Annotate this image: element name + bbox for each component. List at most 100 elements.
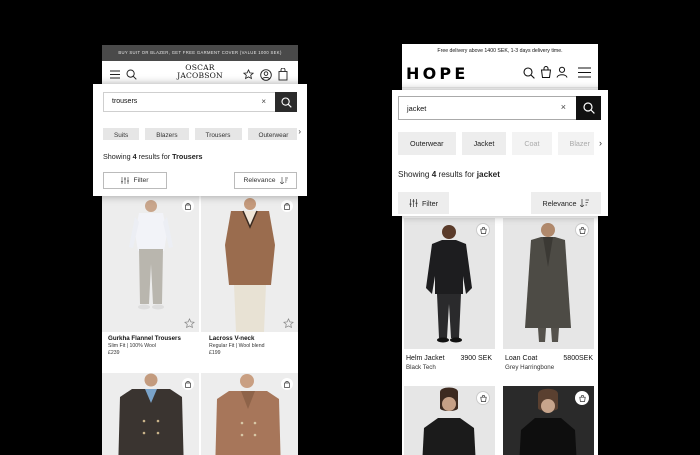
product-card[interactable] <box>404 386 495 455</box>
promo-banner: BUY SUIT OR BLAZER, GET FREE GARMENT COV… <box>102 45 298 61</box>
close-icon[interactable]: × <box>561 102 566 112</box>
product-image <box>129 200 173 310</box>
chevron-right-icon[interactable]: › <box>298 127 301 136</box>
chip-trousers[interactable]: Trousers <box>194 128 242 140</box>
chip-coat[interactable]: Coat <box>512 132 552 155</box>
user-icon[interactable] <box>556 66 568 78</box>
product-image <box>426 225 472 343</box>
product-card[interactable] <box>201 373 298 455</box>
logo-line-2: JACOBSON <box>177 71 223 80</box>
product-image <box>225 198 275 332</box>
product-card[interactable] <box>201 195 298 332</box>
search-icon[interactable] <box>126 69 137 80</box>
filter-button[interactable]: Filter <box>398 192 449 214</box>
search-value: trousers <box>112 98 138 105</box>
product-price: 5800SEK <box>563 355 593 362</box>
promo-banner: Free delivery above 1400 SEK, 1-3 days d… <box>402 44 598 58</box>
brand-logo[interactable]: HOPE <box>406 64 468 83</box>
close-icon[interactable]: × <box>261 97 266 106</box>
product-grid: Helm Jacket 3900 SEK Black Tech Loan Coa… <box>402 216 598 455</box>
category-chips: Outerwear Jacket Coat Blazer <box>398 132 594 156</box>
product-detail: Black Tech <box>406 364 436 371</box>
filter-label: Filter <box>422 198 438 208</box>
wishlist-star-icon[interactable] <box>283 318 294 329</box>
results-term: jacket <box>476 170 500 179</box>
bag-icon[interactable] <box>575 391 589 405</box>
sort-button[interactable]: Relevance <box>531 192 601 214</box>
sliders-icon <box>121 177 130 184</box>
search-button[interactable] <box>275 92 297 112</box>
bag-icon[interactable] <box>182 378 194 390</box>
chip-outerwear[interactable]: Outerwear <box>398 132 456 155</box>
chip-blazers[interactable]: Blazers <box>145 128 189 140</box>
results-prefix: Showing <box>103 152 133 161</box>
search-input[interactable]: trousers × <box>103 92 297 112</box>
search-input[interactable]: jacket × <box>398 96 601 120</box>
search-icon <box>582 102 595 114</box>
chip-jacket[interactable]: Jacket <box>461 132 507 155</box>
filter-label: Filter <box>133 177 149 184</box>
product-detail: Slim Fit | 100% Wool <box>108 343 156 349</box>
product-name[interactable]: Gurkha Flannel Trousers <box>108 335 198 342</box>
product-name[interactable]: Helm Jacket <box>406 355 445 362</box>
wishlist-star-icon[interactable] <box>184 318 195 329</box>
results-prefix: Showing <box>398 170 432 179</box>
bag-icon[interactable] <box>278 68 288 81</box>
product-info: Helm Jacket 3900 SEK Black Tech <box>406 355 492 371</box>
chip-suits[interactable]: Suits <box>103 128 140 140</box>
product-title-row: Loan Coat 5800SEK <box>505 355 593 362</box>
category-chips: Suits Blazers Trousers Outerwear <box>103 124 297 140</box>
bag-icon[interactable] <box>476 391 490 405</box>
sort-label: Relevance <box>542 198 577 208</box>
search-value: jacket <box>407 104 427 113</box>
product-card[interactable] <box>503 386 594 455</box>
product-detail: Regular Fit | Wool blend <box>209 343 265 349</box>
product-card[interactable] <box>102 373 199 455</box>
product-price: £199 <box>209 350 221 356</box>
product-card[interactable] <box>102 195 199 332</box>
chip-outerwear[interactable]: Outerwear <box>247 128 297 140</box>
product-info: Loan Coat 5800SEK Grey Harringbone <box>505 355 593 371</box>
bag-icon[interactable] <box>281 378 293 390</box>
search-panel-right: jacket × Outerwear Jacket Coat Blazer › Sho… <box>392 90 608 216</box>
star-icon[interactable] <box>243 69 254 80</box>
sliders-icon <box>409 199 418 207</box>
product-info: Gurkha Flannel Trousers Slim Fit | 100% … <box>108 335 198 356</box>
product-info: Lacross V-neck Regular Fit | Wool blend … <box>209 335 297 356</box>
brand-logo[interactable]: OSCAR JACOBSON <box>172 64 228 80</box>
product-card[interactable] <box>503 218 594 349</box>
screen: BUY SUIT OR BLAZER, GET FREE GARMENT COV… <box>0 0 700 455</box>
sort-icon <box>279 177 288 184</box>
bag-icon[interactable] <box>476 223 490 237</box>
bag-icon[interactable] <box>540 66 552 78</box>
results-summary: Showing 4 results for Trousers <box>103 152 203 161</box>
product-image <box>525 223 571 342</box>
search-panel-left: trousers × Suits Blazers Trousers Outerwear… <box>93 84 307 196</box>
bag-icon[interactable] <box>575 223 589 237</box>
bag-icon[interactable] <box>182 200 194 212</box>
chip-blazer[interactable]: Blazer <box>557 132 594 155</box>
sort-button[interactable]: Relevance <box>234 172 297 189</box>
sort-label: Relevance <box>243 177 276 184</box>
search-icon[interactable] <box>523 67 535 79</box>
chevron-right-icon[interactable]: › <box>599 138 602 148</box>
user-icon[interactable] <box>260 69 272 81</box>
results-term: Trousers <box>172 152 203 161</box>
results-summary: Showing 4 results for jacket <box>398 170 500 179</box>
sort-icon <box>580 199 590 207</box>
bag-icon[interactable] <box>281 200 293 212</box>
results-mid: results for <box>136 152 173 161</box>
product-name[interactable]: Loan Coat <box>505 355 537 362</box>
product-price: 3900 SEK <box>460 355 492 362</box>
product-card[interactable] <box>404 218 495 349</box>
site-header: HOPE <box>402 58 598 88</box>
menu-icon[interactable] <box>110 70 120 79</box>
results-mid: results for <box>436 170 477 179</box>
menu-icon[interactable] <box>578 67 591 78</box>
search-icon <box>280 96 292 108</box>
search-button[interactable] <box>576 96 601 120</box>
product-detail: Grey Harringbone <box>505 364 555 371</box>
filter-button[interactable]: Filter <box>103 172 167 189</box>
product-name[interactable]: Lacross V-neck <box>209 335 297 342</box>
product-title-row: Helm Jacket 3900 SEK <box>406 355 492 362</box>
